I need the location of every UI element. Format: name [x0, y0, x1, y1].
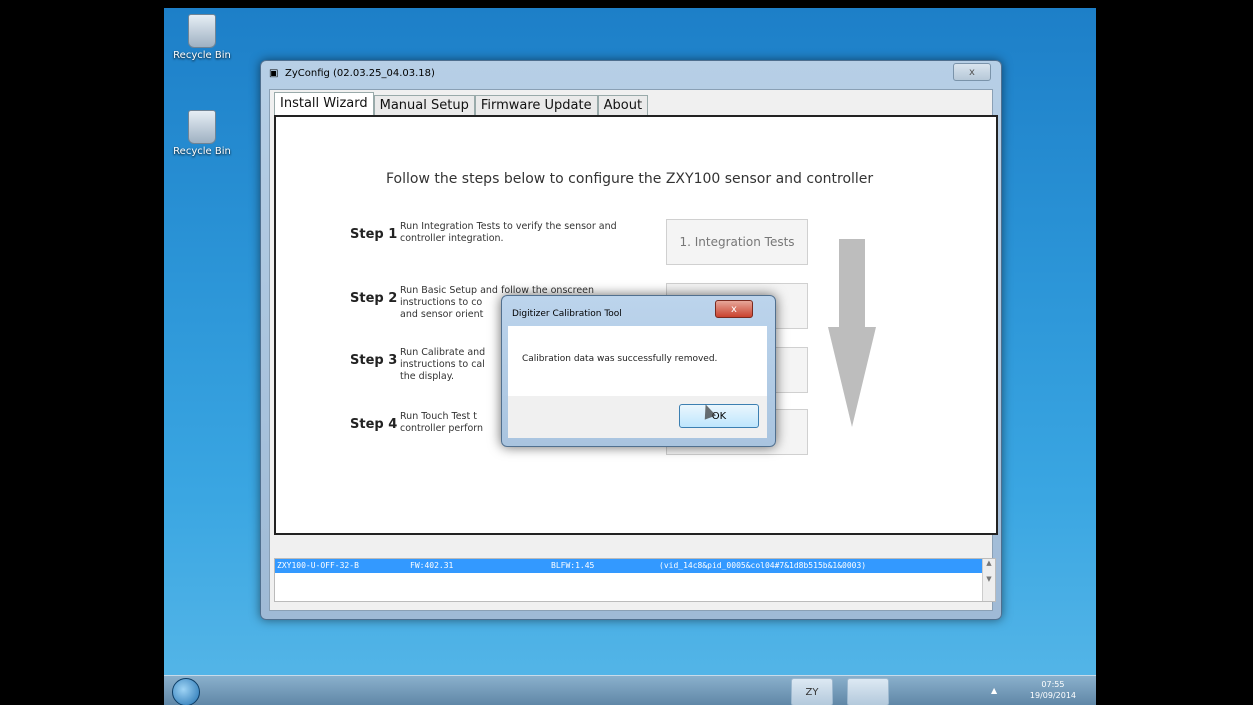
recycle-bin-icon[interactable]: Recycle Bin [170, 14, 234, 61]
desktop-icon-label: Recycle Bin [173, 50, 231, 61]
recycle-bin-icon[interactable]: Recycle Bin [170, 110, 234, 157]
window-titlebar[interactable]: ▣ ZyConfig (02.03.25_04.03.18) x [261, 61, 1001, 87]
dialog-body: Calibration data was successfully remove… [508, 326, 767, 396]
system-clock[interactable]: 07:55 19/09/2014 [1030, 679, 1076, 701]
device-model: ZXY100-U-OFF-32-B [277, 561, 359, 570]
tab-strip: Install Wizard Manual Setup Firmware Upd… [274, 92, 649, 116]
device-id: (vid_14c8&pid_0005&col04#7&1d8b515b&1&00… [659, 561, 867, 570]
start-button[interactable] [172, 678, 200, 705]
taskbar-app-zyconfig[interactable]: ZY [791, 678, 833, 705]
clock-date: 19/09/2014 [1029, 691, 1076, 700]
tab-firmware-update[interactable]: Firmware Update [474, 95, 598, 116]
trash-icon [188, 14, 216, 48]
dialog-footer: OK [508, 396, 767, 438]
step-number: Step 3 [350, 353, 398, 368]
clock-time: 07:55 [1041, 680, 1065, 689]
step-1: Step 1 Run Integration Tests to verify t… [350, 221, 630, 263]
tray-expand-icon[interactable]: ▲ [991, 686, 997, 695]
step-number: Step 2 [350, 291, 398, 306]
step-number: Step 1 [350, 227, 398, 242]
window-close-button[interactable]: x [953, 63, 991, 81]
desktop: Recycle Bin Recycle Bin ▣ ZyConfig (02.0… [164, 8, 1096, 705]
step-number: Step 4 [350, 417, 398, 432]
device-row[interactable]: ZXY100-U-OFF-32-B FW:402.31 BLFW:1.45 (v… [275, 559, 995, 573]
dialog-close-button[interactable]: x [715, 300, 753, 318]
trash-icon [188, 110, 216, 144]
taskbar: ZY ▲ 07:55 19/09/2014 [164, 675, 1096, 705]
firmware-version: FW:402.31 [410, 561, 454, 570]
step-description: Run Integration Tests to verify the sens… [400, 221, 617, 244]
bootloader-version: BLFW:1.45 [551, 561, 595, 570]
dialog-title: Digitizer Calibration Tool [512, 309, 622, 319]
device-list[interactable]: ZXY100-U-OFF-32-B FW:402.31 BLFW:1.45 (v… [274, 558, 996, 602]
page-title: Follow the steps below to configure the … [386, 171, 874, 187]
calibration-dialog: Digitizer Calibration Tool x Calibration… [501, 295, 776, 447]
tab-about[interactable]: About [597, 95, 649, 116]
taskbar-app-calibration[interactable] [847, 678, 889, 705]
arrow-down-icon-head [828, 327, 876, 427]
tab-install-wizard[interactable]: Install Wizard [274, 92, 374, 116]
app-icon: ▣ [269, 68, 279, 79]
dialog-message: Calibration data was successfully remove… [522, 354, 718, 364]
list-scrollbar[interactable]: ▲ ▼ [982, 559, 995, 601]
integration-tests-button[interactable]: 1. Integration Tests [666, 219, 808, 265]
desktop-icon-label: Recycle Bin [173, 146, 231, 157]
ok-button[interactable]: OK [679, 404, 759, 428]
arrow-down-icon [839, 239, 865, 331]
tab-manual-setup[interactable]: Manual Setup [373, 95, 475, 116]
window-title: ZyConfig (02.03.25_04.03.18) [285, 68, 435, 79]
